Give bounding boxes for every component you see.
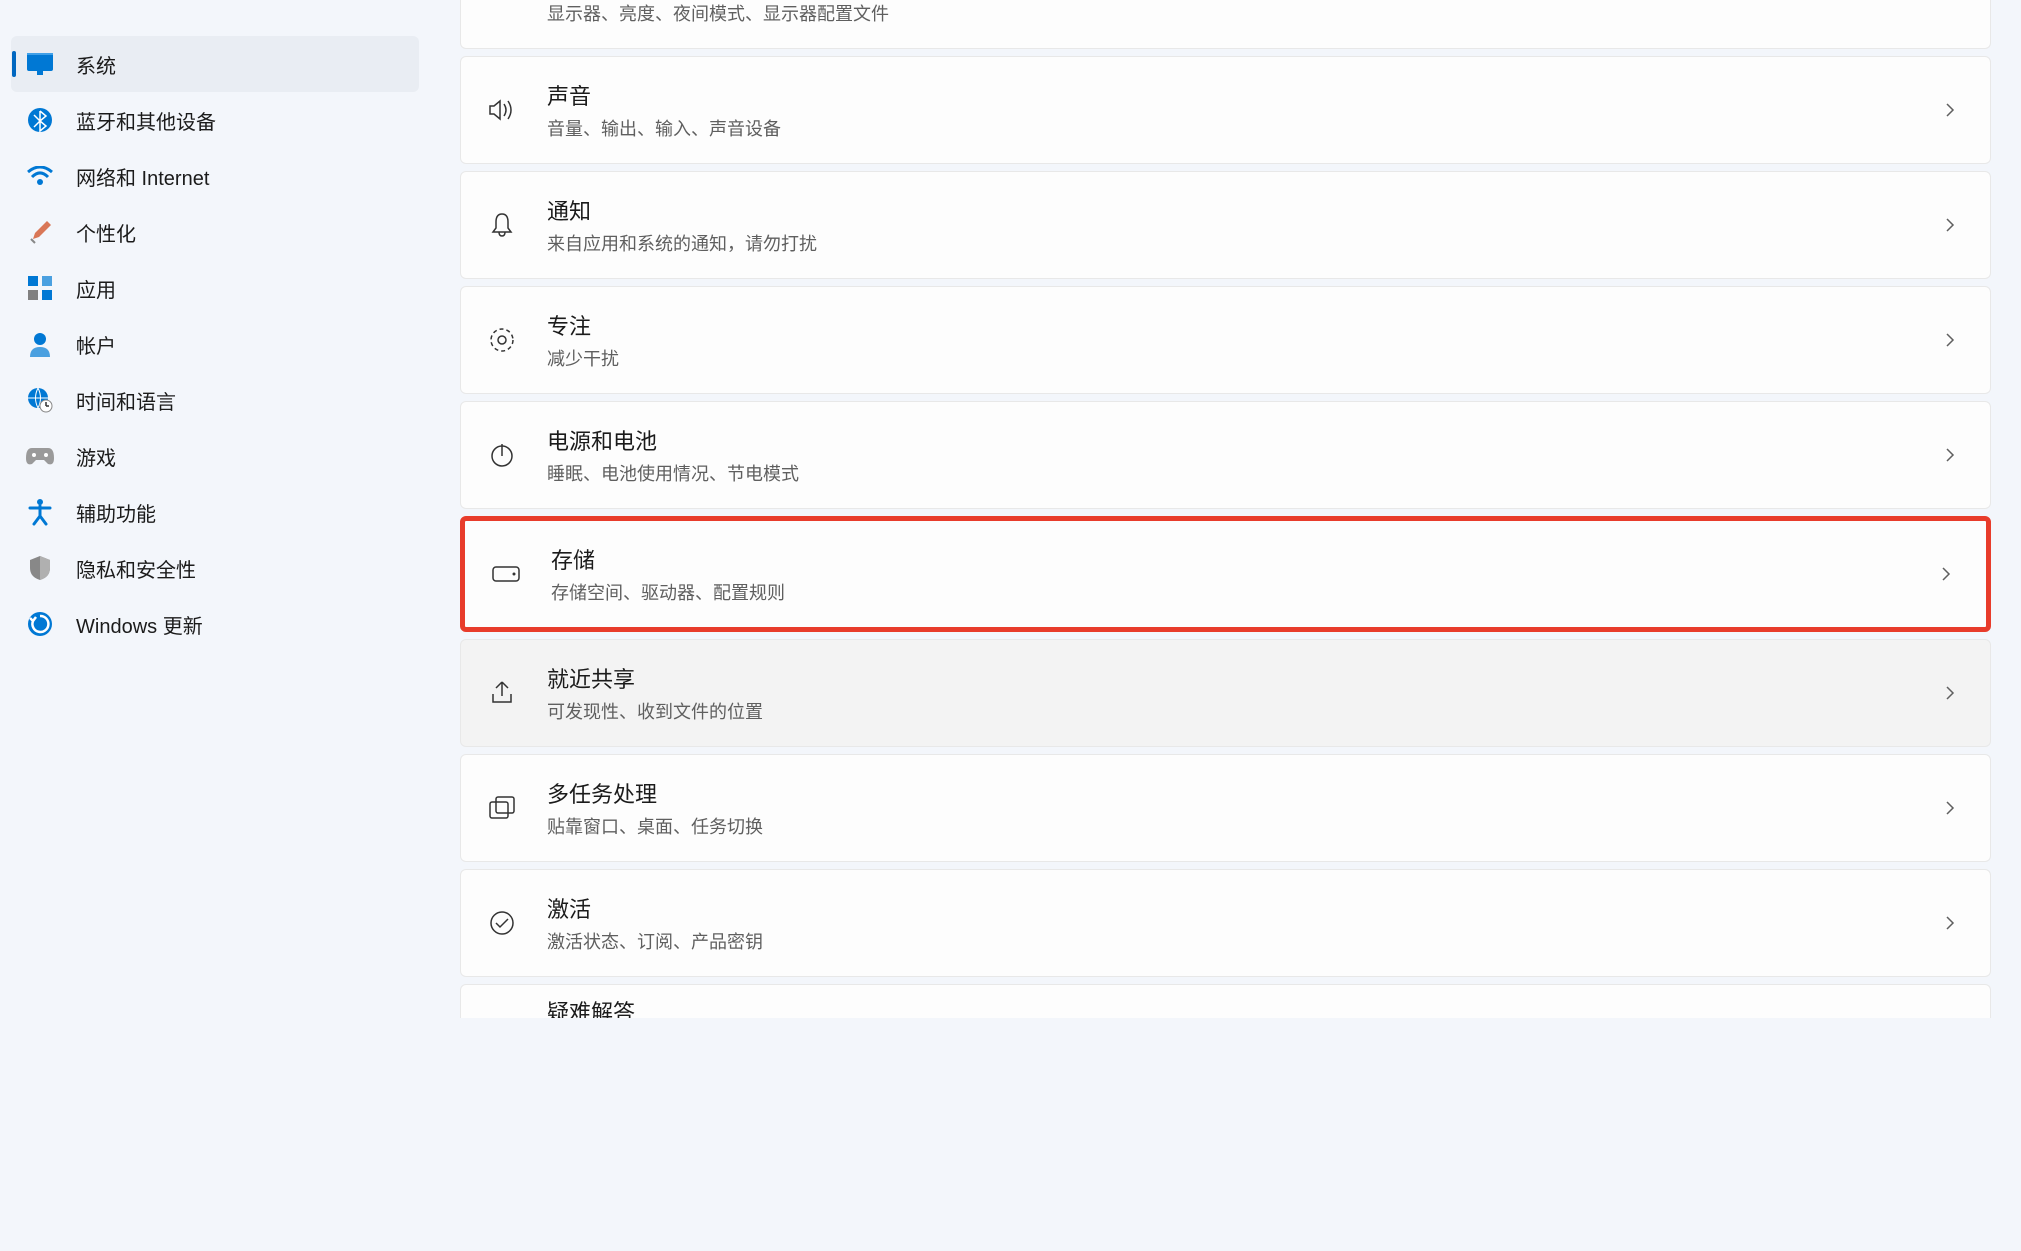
setting-item-sound[interactable]: 声音 音量、输出、输入、声音设备	[460, 56, 1991, 164]
sidebar-item-label: 时间和语言	[76, 386, 176, 415]
person-icon	[26, 330, 54, 358]
sidebar-item-apps[interactable]: 应用	[11, 260, 419, 316]
sidebar-item-label: 个性化	[76, 218, 136, 247]
multitask-icon	[487, 793, 517, 823]
chevron-right-icon	[1940, 683, 1960, 703]
sound-icon	[487, 95, 517, 125]
sidebar-item-label: 游戏	[76, 442, 116, 471]
setting-item-power[interactable]: 电源和电池 睡眠、电池使用情况、节电模式	[460, 401, 1991, 509]
sidebar-item-system[interactable]: 系统	[11, 36, 419, 92]
chevron-right-icon	[1940, 445, 1960, 465]
setting-desc: 存储空间、驱动器、配置规则	[551, 579, 1936, 605]
setting-item-activation[interactable]: 激活 激活状态、订阅、产品密钥	[460, 869, 1991, 977]
focus-icon	[487, 325, 517, 355]
sidebar-item-label: 网络和 Internet	[76, 162, 209, 191]
bluetooth-icon	[26, 106, 54, 134]
storage-icon	[491, 559, 521, 589]
setting-desc: 显示器、亮度、夜间模式、显示器配置文件	[547, 0, 1964, 26]
setting-title: 电源和电池	[547, 424, 1940, 456]
setting-desc: 贴靠窗口、桌面、任务切换	[547, 813, 1940, 839]
chevron-right-icon	[1940, 330, 1960, 350]
monitor-icon	[26, 50, 54, 78]
sidebar-item-label: 辅助功能	[76, 498, 156, 527]
sidebar-item-label: 蓝牙和其他设备	[76, 106, 216, 135]
sidebar-item-label: 隐私和安全性	[76, 554, 196, 583]
chevron-right-icon	[1936, 564, 1956, 584]
power-icon	[487, 440, 517, 470]
sidebar-item-label: 应用	[76, 274, 116, 303]
setting-item-display-partial[interactable]: 显示器、亮度、夜间模式、显示器配置文件	[460, 0, 1991, 49]
content-area: 显示器、亮度、夜间模式、显示器配置文件 声音 音量、输出、输入、声音设备 通知 …	[430, 0, 2021, 1251]
chevron-right-icon	[1940, 100, 1960, 120]
chevron-right-icon	[1940, 215, 1960, 235]
setting-title: 疑难解答	[547, 995, 1964, 1019]
update-icon	[26, 610, 54, 638]
setting-desc: 可发现性、收到文件的位置	[547, 698, 1940, 724]
chevron-right-icon	[1940, 913, 1960, 933]
apps-icon	[26, 274, 54, 302]
accessibility-icon	[26, 498, 54, 526]
globe-clock-icon	[26, 386, 54, 414]
sidebar-item-network[interactable]: 网络和 Internet	[11, 148, 419, 204]
sidebar-item-accessibility[interactable]: 辅助功能	[11, 484, 419, 540]
sidebar-item-label: Windows 更新	[76, 610, 203, 639]
setting-title: 激活	[547, 892, 1940, 924]
sidebar-item-bluetooth[interactable]: 蓝牙和其他设备	[11, 92, 419, 148]
sidebar-item-label: 帐户	[76, 330, 116, 359]
setting-desc: 激活状态、订阅、产品密钥	[547, 928, 1940, 954]
sidebar-item-time-language[interactable]: 时间和语言	[11, 372, 419, 428]
setting-title: 通知	[547, 194, 1940, 226]
setting-desc: 来自应用和系统的通知，请勿打扰	[547, 230, 1940, 256]
gamepad-icon	[26, 442, 54, 470]
setting-item-multitasking[interactable]: 多任务处理 贴靠窗口、桌面、任务切换	[460, 754, 1991, 862]
setting-title: 专注	[547, 309, 1940, 341]
brush-icon	[26, 218, 54, 246]
setting-desc: 减少干扰	[547, 345, 1940, 371]
sidebar-item-account[interactable]: 帐户	[11, 316, 419, 372]
check-circle-icon	[487, 908, 517, 938]
setting-item-notifications[interactable]: 通知 来自应用和系统的通知，请勿打扰	[460, 171, 1991, 279]
hidden-icon	[487, 998, 517, 1019]
setting-title: 存储	[551, 543, 1936, 575]
sidebar-item-windows-update[interactable]: Windows 更新	[11, 596, 419, 652]
sidebar: 系统 蓝牙和其他设备 网络和 Internet 个性化 应用 帐户 时间和语	[0, 0, 430, 1251]
setting-item-nearby-share[interactable]: 就近共享 可发现性、收到文件的位置	[460, 639, 1991, 747]
setting-desc: 音量、输出、输入、声音设备	[547, 115, 1940, 141]
setting-item-focus[interactable]: 专注 减少干扰	[460, 286, 1991, 394]
wifi-icon	[26, 162, 54, 190]
sidebar-item-personalization[interactable]: 个性化	[11, 204, 419, 260]
sidebar-item-label: 系统	[76, 50, 116, 79]
setting-title: 多任务处理	[547, 777, 1940, 809]
share-icon	[487, 678, 517, 708]
setting-desc: 睡眠、电池使用情况、节电模式	[547, 460, 1940, 486]
setting-item-troubleshoot-partial[interactable]: 疑难解答	[460, 984, 1991, 1018]
sidebar-item-gaming[interactable]: 游戏	[11, 428, 419, 484]
setting-title: 声音	[547, 79, 1940, 111]
setting-item-storage[interactable]: 存储 存储空间、驱动器、配置规则	[460, 516, 1991, 632]
shield-icon	[26, 554, 54, 582]
chevron-right-icon	[1940, 798, 1960, 818]
setting-title: 就近共享	[547, 662, 1940, 694]
bell-icon	[487, 210, 517, 240]
sidebar-item-privacy[interactable]: 隐私和安全性	[11, 540, 419, 596]
